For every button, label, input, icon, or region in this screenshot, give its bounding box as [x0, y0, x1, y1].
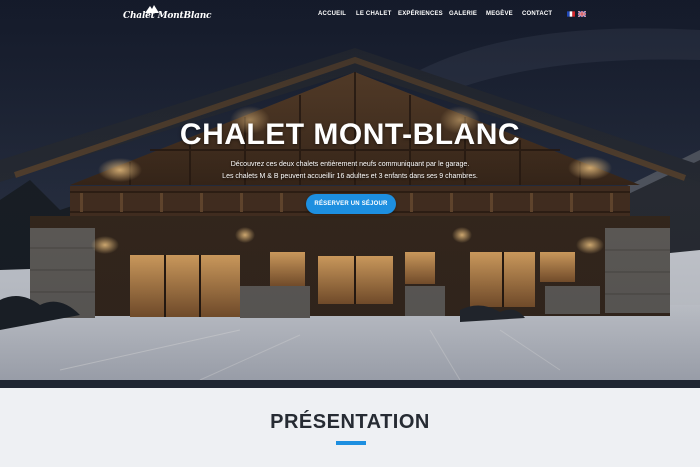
logo-text: Chalet MontBlanc: [123, 11, 212, 21]
nav-item-galerie[interactable]: GALERIE: [449, 11, 477, 17]
uk-flag-icon[interactable]: [578, 11, 586, 17]
nav-item-accueil[interactable]: ACCUEIL: [318, 11, 346, 17]
nav-item-contact[interactable]: CONTACT: [522, 11, 552, 17]
nav-item-experiences[interactable]: EXPÉRIENCES: [398, 11, 443, 17]
reserve-stay-button[interactable]: RÉSERVER UN SÉJOUR: [306, 194, 396, 214]
hero-banner: Chalet MontBlanc ACCUEIL LE CHALET EXPÉR…: [0, 0, 700, 388]
hero-title: CHALET MONT-BLANC: [179, 118, 521, 151]
presentation-title: PRÉSENTATION: [270, 411, 430, 433]
hero-description-line-1: Découvrez ces deux chalets entièrement n…: [230, 161, 470, 168]
nav-item-megeve[interactable]: MEGÈVE: [486, 11, 513, 17]
site-logo[interactable]: Chalet MontBlanc: [123, 5, 212, 25]
language-switcher: [567, 11, 586, 17]
presentation-section: PRÉSENTATION: [0, 388, 700, 467]
fr-flag-icon[interactable]: [567, 11, 575, 17]
hero-bottom-strip: [0, 380, 700, 388]
hero-description-line-2: Les chalets M & B peuvent accueillir 16 …: [222, 173, 478, 180]
top-navigation: Chalet MontBlanc ACCUEIL LE CHALET EXPÉR…: [0, 0, 700, 30]
nav-item-le-chalet[interactable]: LE CHALET: [356, 11, 391, 17]
title-underline: [336, 441, 366, 445]
